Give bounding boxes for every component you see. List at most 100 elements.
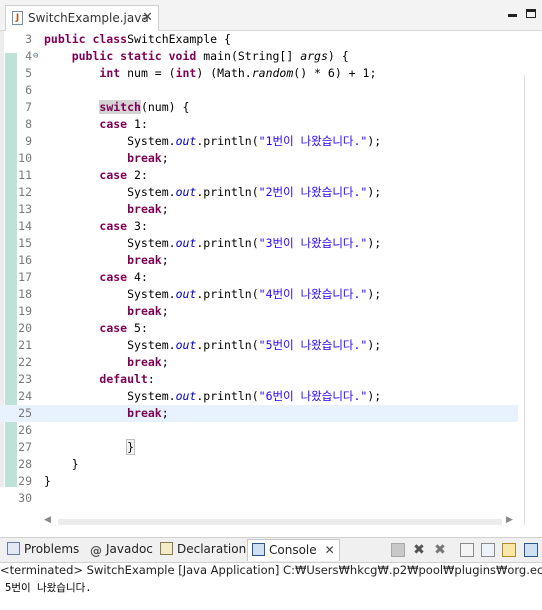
code-line[interactable]: 8 case 1: [0, 116, 518, 133]
code-editor[interactable]: 3 public classSwitchExample {4 ⊖ public st… [0, 31, 542, 525]
scroll-left-arrow-icon[interactable]: ◀ [44, 515, 51, 525]
remove-launch-icon[interactable]: ✖ [412, 543, 426, 557]
code-line[interactable]: 13 break; [0, 201, 518, 218]
code-line[interactable]: 30 [0, 490, 518, 507]
line-number: 25 [18, 406, 32, 420]
code-token: .println( [196, 134, 259, 148]
code-lines[interactable]: 3 public classSwitchExample {4 ⊖ public st… [0, 31, 518, 507]
code-line[interactable]: 4 ⊖ public static void main(String[] args… [0, 48, 518, 65]
code-text[interactable]: case 3: [44, 218, 147, 235]
tab-console[interactable]: Console ✕ [247, 539, 340, 561]
editor-horizontal-scrollbar[interactable]: ◀ ▶ [44, 515, 518, 529]
code-line[interactable]: 16 break; [0, 252, 518, 269]
code-line[interactable]: 27 } [0, 439, 518, 456]
code-line[interactable]: 3 public classSwitchExample { [0, 31, 518, 48]
code-line[interactable]: 7 switch(num) { [0, 99, 518, 116]
minimize-button[interactable] [508, 14, 517, 17]
code-token: ); [367, 236, 382, 250]
tab-declaration[interactable]: Declaration [160, 542, 246, 560]
problems-icon [7, 542, 20, 555]
code-text[interactable]: break; [44, 201, 169, 218]
code-text[interactable]: System.out.println("6번이 나왔습니다."); [44, 388, 381, 405]
close-icon[interactable]: ✕ [325, 543, 335, 557]
scroll-lock-icon[interactable] [460, 543, 474, 557]
code-line[interactable]: 29} [0, 473, 518, 490]
code-text[interactable]: break; [44, 354, 169, 371]
code-text[interactable]: System.out.println("4번이 나왔습니다."); [44, 286, 381, 303]
code-text[interactable]: public static void main(String[] args) { [44, 48, 349, 65]
tab-label: Problems [24, 542, 80, 556]
code-line[interactable]: 11 case 2: [0, 167, 518, 184]
code-line[interactable]: 5 int num = (int) (Math.random() * 6) + … [0, 65, 518, 82]
code-text[interactable]: System.out.println("1번이 나왔습니다."); [44, 133, 381, 150]
code-text[interactable]: case 2: [44, 167, 147, 184]
collapse-fold-icon[interactable]: ⊖ [33, 48, 38, 65]
declaration-icon [160, 542, 173, 555]
line-number: 27 [18, 440, 32, 454]
console-output[interactable]: 5번이 나왔습니다. [5, 580, 92, 596]
code-line[interactable]: 23 default: [0, 371, 518, 388]
code-text[interactable]: case 5: [44, 320, 147, 337]
clear-console-icon[interactable] [481, 543, 495, 557]
code-line[interactable]: 6 [0, 82, 518, 99]
code-line[interactable]: 28 } [0, 456, 518, 473]
code-line[interactable]: 12 System.out.println("2번이 나왔습니다."); [0, 184, 518, 201]
code-token: switch [99, 100, 141, 114]
code-line[interactable]: 25 break; [0, 405, 518, 422]
code-line[interactable]: 14 case 3: [0, 218, 518, 235]
code-text[interactable]: break; [44, 405, 169, 422]
pin-console-icon[interactable] [502, 543, 516, 557]
editor-tab-bar: J SwitchExample.java ✕ [0, 0, 542, 31]
close-icon[interactable]: ✕ [142, 10, 153, 25]
tab-problems[interactable]: Problems [7, 542, 79, 560]
code-line[interactable]: 15 System.out.println("3번이 나왔습니다."); [0, 235, 518, 252]
code-text[interactable]: System.out.println("5번이 나왔습니다."); [44, 337, 381, 354]
code-token: break [127, 202, 162, 216]
code-text[interactable]: case 1: [44, 116, 147, 133]
code-text[interactable]: default: [44, 371, 154, 388]
code-line[interactable]: 21 System.out.println("5번이 나왔습니다."); [0, 337, 518, 354]
code-token: ) { [327, 49, 349, 63]
line-number: 29 [18, 474, 32, 488]
code-line[interactable]: 17 case 4: [0, 269, 518, 286]
line-number: 28 [18, 457, 32, 471]
terminate-icon[interactable] [391, 543, 405, 557]
tab-javadoc[interactable]: @ Javadoc [90, 542, 153, 560]
editor-tab-switchexample[interactable]: J SwitchExample.java ✕ [5, 5, 159, 31]
code-text[interactable]: break; [44, 252, 169, 269]
code-token: ; [161, 406, 169, 420]
line-number: 8 [25, 117, 32, 131]
code-text[interactable]: System.out.println("3번이 나왔습니다."); [44, 235, 381, 252]
maximize-button[interactable] [526, 9, 536, 18]
code-text[interactable]: case 4: [44, 269, 147, 286]
code-text[interactable]: switch(num) { [44, 99, 189, 116]
display-console-icon[interactable] [524, 543, 538, 557]
code-token: ; [161, 202, 169, 216]
tab-label: Console [269, 543, 317, 557]
code-token: break [127, 253, 162, 267]
tab-label: Declaration [177, 542, 247, 556]
code-text[interactable]: public classSwitchExample { [44, 31, 231, 48]
console-icon [252, 543, 265, 556]
code-line[interactable]: 24 System.out.println("6번이 나왔습니다."); [0, 388, 518, 405]
remove-all-terminated-icon[interactable]: ✖ [433, 543, 447, 557]
code-text[interactable]: break; [44, 303, 169, 320]
code-line[interactable]: 19 break; [0, 303, 518, 320]
code-line[interactable]: 20 case 5: [0, 320, 518, 337]
overview-ruler[interactable] [524, 75, 533, 525]
code-line[interactable]: 9 System.out.println("1번이 나왔습니다."); [0, 133, 518, 150]
scroll-track[interactable] [58, 519, 502, 525]
code-text[interactable]: break; [44, 150, 169, 167]
scroll-right-arrow-icon[interactable]: ▶ [506, 515, 513, 525]
code-text[interactable]: int num = (int) (Math.random() * 6) + 1; [44, 65, 376, 82]
code-line[interactable]: 26 [0, 422, 518, 439]
code-text[interactable]: } [44, 473, 51, 490]
code-line[interactable]: 18 System.out.println("4번이 나왔습니다."); [0, 286, 518, 303]
code-text[interactable]: System.out.println("2번이 나왔습니다."); [44, 184, 381, 201]
code-line[interactable]: 10 break; [0, 150, 518, 167]
code-text[interactable]: } [44, 456, 79, 473]
code-text[interactable]: } [44, 439, 136, 456]
line-number: 7 [25, 100, 32, 114]
code-line[interactable]: 22 break; [0, 354, 518, 371]
